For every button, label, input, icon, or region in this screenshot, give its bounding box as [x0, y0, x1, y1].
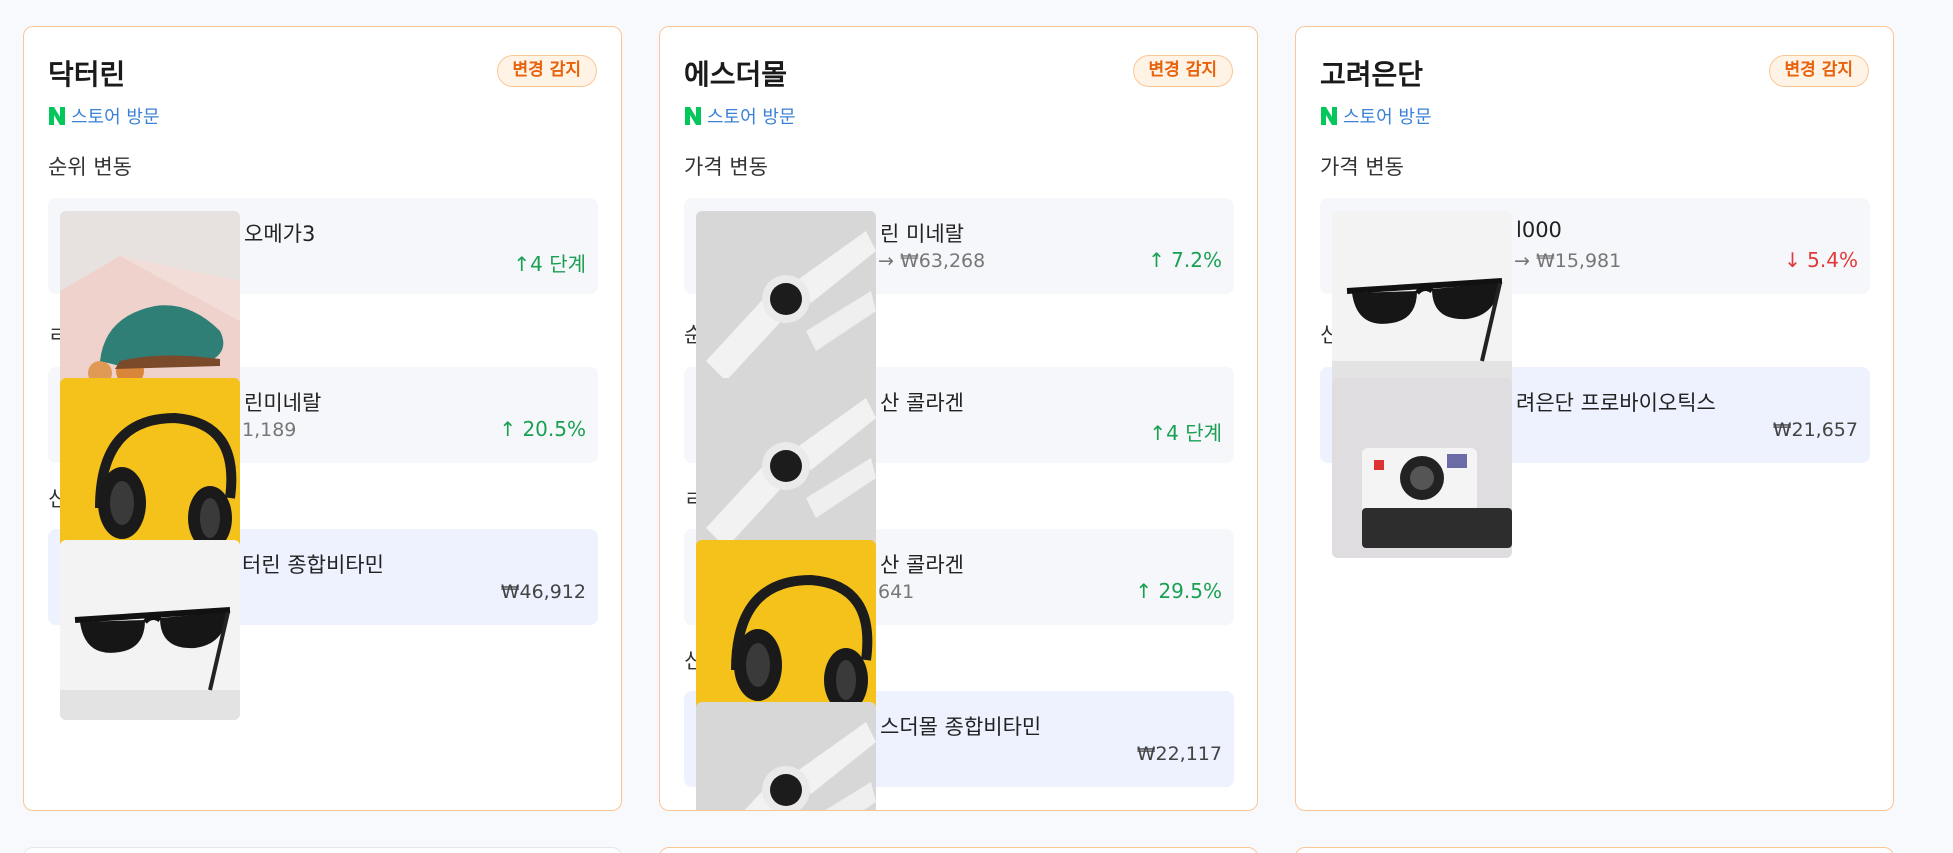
item-name: 터린 종합비타민: [242, 553, 384, 577]
item-change: ↑ 20.5%: [499, 417, 586, 441]
product-thumbnail-headphones[interactable]: [696, 540, 876, 720]
store-visit-label: 스토어 방문: [1343, 107, 1432, 128]
change-detected-badge: 변경 감지: [496, 55, 597, 87]
store-visit-label: 스토어 방문: [71, 107, 160, 128]
item-subtext: → ₩63,268: [878, 250, 986, 272]
item-change: ↑4 단계: [1149, 421, 1222, 445]
item-change: ↓ 5.4%: [1784, 248, 1858, 272]
brand-card-next[interactable]: [659, 847, 1258, 853]
brand-card-next[interactable]: [1295, 847, 1894, 853]
naver-n-icon: [49, 107, 65, 125]
naver-n-icon: [1321, 107, 1337, 125]
product-thumbnail-watch[interactable]: [696, 378, 876, 558]
product-thumbnail-watch[interactable]: [696, 211, 876, 391]
product-thumbnail-watch[interactable]: [696, 702, 876, 811]
item-subtext: 641: [878, 581, 915, 603]
store-visit-link[interactable]: 스토어 방문: [48, 103, 160, 129]
product-thumbnail-headphones[interactable]: [60, 378, 240, 558]
watch-image: [696, 378, 876, 558]
item-name: 산 콜라겐: [880, 391, 964, 415]
item-subtext: → ₩15,981: [1514, 250, 1622, 272]
item-change: ↑ 29.5%: [1135, 579, 1222, 603]
headphones-image: [60, 378, 240, 558]
item-price: ₩46,912: [500, 581, 586, 603]
headphones-image: [696, 540, 876, 720]
store-visit-link[interactable]: 스토어 방문: [1320, 103, 1432, 129]
item-change: ↑4 단계: [513, 252, 586, 276]
camera-image: [1332, 378, 1512, 558]
item-subtext: 1,189: [242, 419, 297, 441]
product-thumbnail-sunglasses[interactable]: [1332, 211, 1512, 391]
brand-card-koreaeundan[interactable]: 고려은단 변경 감지 스토어 방문 가격 변동 l000 → ₩15,981 ↓…: [1295, 26, 1894, 811]
card-title: 에스더몰: [684, 58, 788, 91]
watch-image: [696, 702, 876, 811]
item-change: ↑ 7.2%: [1148, 248, 1222, 272]
sunglasses-image: [60, 540, 240, 720]
sunglasses-image: [1332, 211, 1512, 391]
brand-card-drlin[interactable]: 닥터린 변경 감지 스토어 방문 순위 변동 오메가3 위 ↑4 단계 ㄹ 린미…: [23, 26, 622, 811]
section-label: 가격 변동: [1320, 155, 1404, 179]
store-visit-link[interactable]: 스토어 방문: [684, 103, 796, 129]
store-visit-label: 스토어 방문: [707, 107, 796, 128]
item-name: 스더몰 종합비타민: [880, 715, 1042, 739]
change-detected-badge: 변경 감지: [1132, 55, 1233, 87]
product-thumbnail-camera[interactable]: [1332, 378, 1512, 558]
item-name: 린미네랄: [244, 391, 322, 415]
item-name: l000: [1516, 218, 1562, 242]
item-price: ₩22,117: [1136, 743, 1222, 765]
shoe-image: [60, 211, 240, 391]
brand-card-esthermall[interactable]: 에스더몰 변경 감지 스토어 방문 가격 변동 린 미네랄 → ₩63,268 …: [659, 26, 1258, 811]
product-thumbnail-shoe[interactable]: [60, 211, 240, 391]
item-name: 산 콜라겐: [880, 553, 964, 577]
product-thumbnail-sunglasses[interactable]: [60, 540, 240, 720]
brand-card-next[interactable]: [23, 847, 622, 853]
naver-n-icon: [685, 107, 701, 125]
section-label: 순위 변동: [48, 155, 132, 179]
card-title: 닥터린: [48, 58, 126, 91]
item-name: 려은단 프로바이오틱스: [1516, 391, 1716, 415]
item-price: ₩21,657: [1772, 419, 1858, 441]
item-name: 린 미네랄: [880, 222, 964, 246]
item-name: 오메가3: [244, 222, 316, 246]
card-title: 고려은단: [1320, 58, 1424, 91]
section-label: 가격 변동: [684, 155, 768, 179]
change-detected-badge: 변경 감지: [1768, 55, 1869, 87]
watch-image: [696, 211, 876, 391]
